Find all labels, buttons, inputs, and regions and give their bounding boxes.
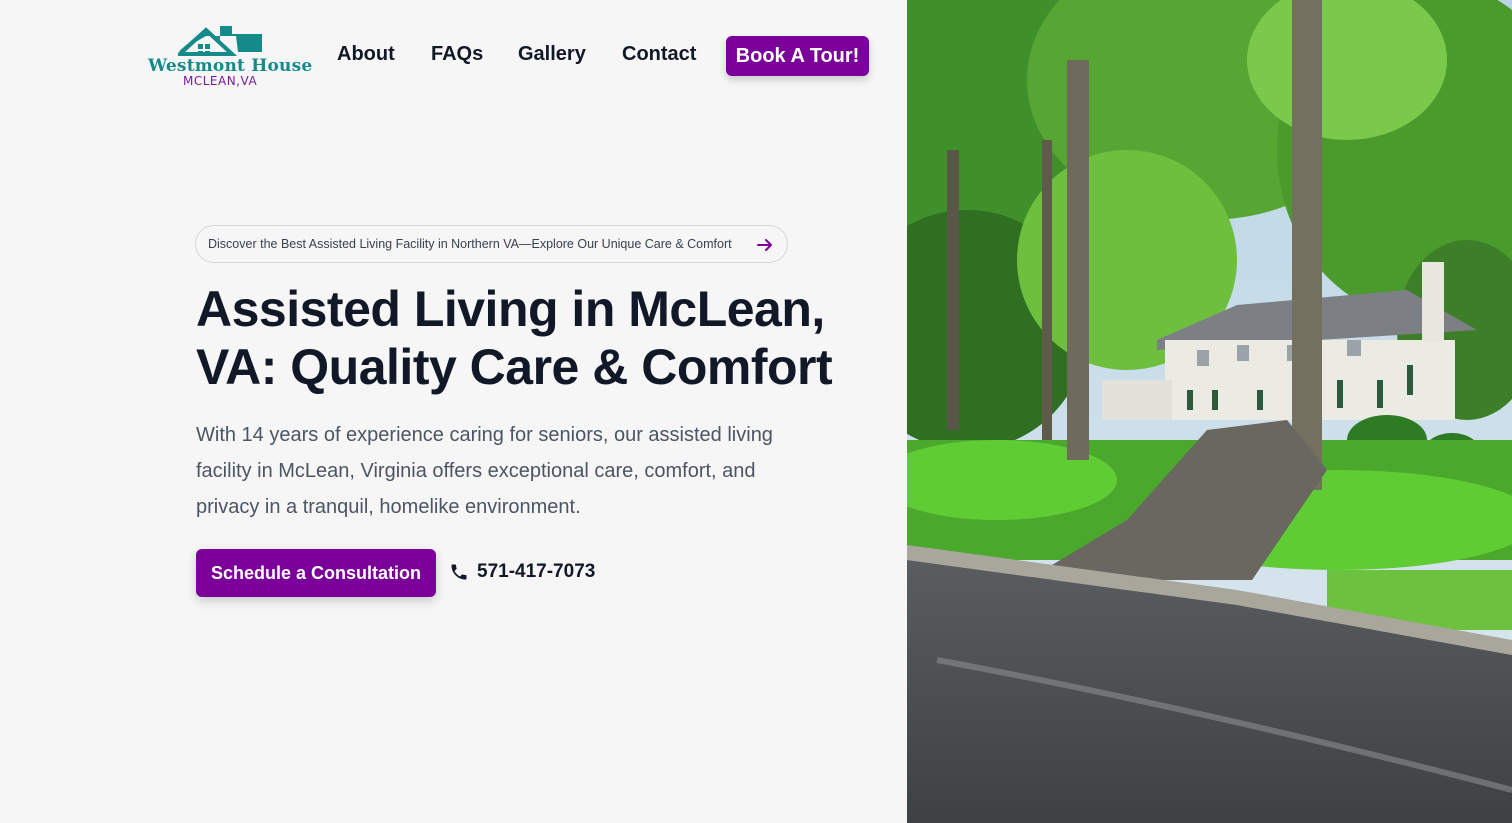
title-line-2: VA: Quality Care & Comfort [196, 339, 833, 395]
book-tour-button[interactable]: Book A Tour! [726, 36, 869, 76]
schedule-consultation-button[interactable]: Schedule a Consultation [196, 549, 436, 597]
logo-name: Westmont House [148, 56, 313, 76]
house-icon [178, 26, 262, 56]
hero-section: Westmont House MCLEAN,VA About FAQs Gall… [0, 0, 907, 823]
page-title: Assisted Living in McLean, VA: Quality C… [196, 280, 896, 396]
house-photo [907, 0, 1512, 823]
logo-subtitle: MCLEAN,VA [183, 74, 258, 88]
description-line-1: With 14 years of experience caring for s… [196, 424, 773, 446]
nav-faqs[interactable]: FAQs [431, 43, 483, 66]
arrow-right-icon [757, 239, 772, 251]
nav-about[interactable]: About [337, 43, 395, 66]
phone-link[interactable]: 571-417-7073 [449, 561, 595, 583]
nav-gallery[interactable]: Gallery [518, 43, 586, 66]
hero-description: With 14 years of experience caring for s… [196, 417, 836, 525]
phone-icon [451, 564, 467, 580]
phone-number: 571-417-7073 [477, 561, 596, 582]
nav-contact[interactable]: Contact [622, 43, 696, 66]
title-line-1: Assisted Living in McLean, [196, 281, 825, 337]
announcement-pill[interactable]: Discover the Best Assisted Living Facili… [195, 225, 788, 263]
logo[interactable]: Westmont House MCLEAN,VA [146, 20, 312, 90]
description-line-2: facility in McLean, Virginia offers exce… [196, 460, 756, 482]
announcement-text: Discover the Best Assisted Living Facili… [208, 237, 732, 251]
description-line-3: privacy in a tranquil, homelike environm… [196, 496, 581, 518]
